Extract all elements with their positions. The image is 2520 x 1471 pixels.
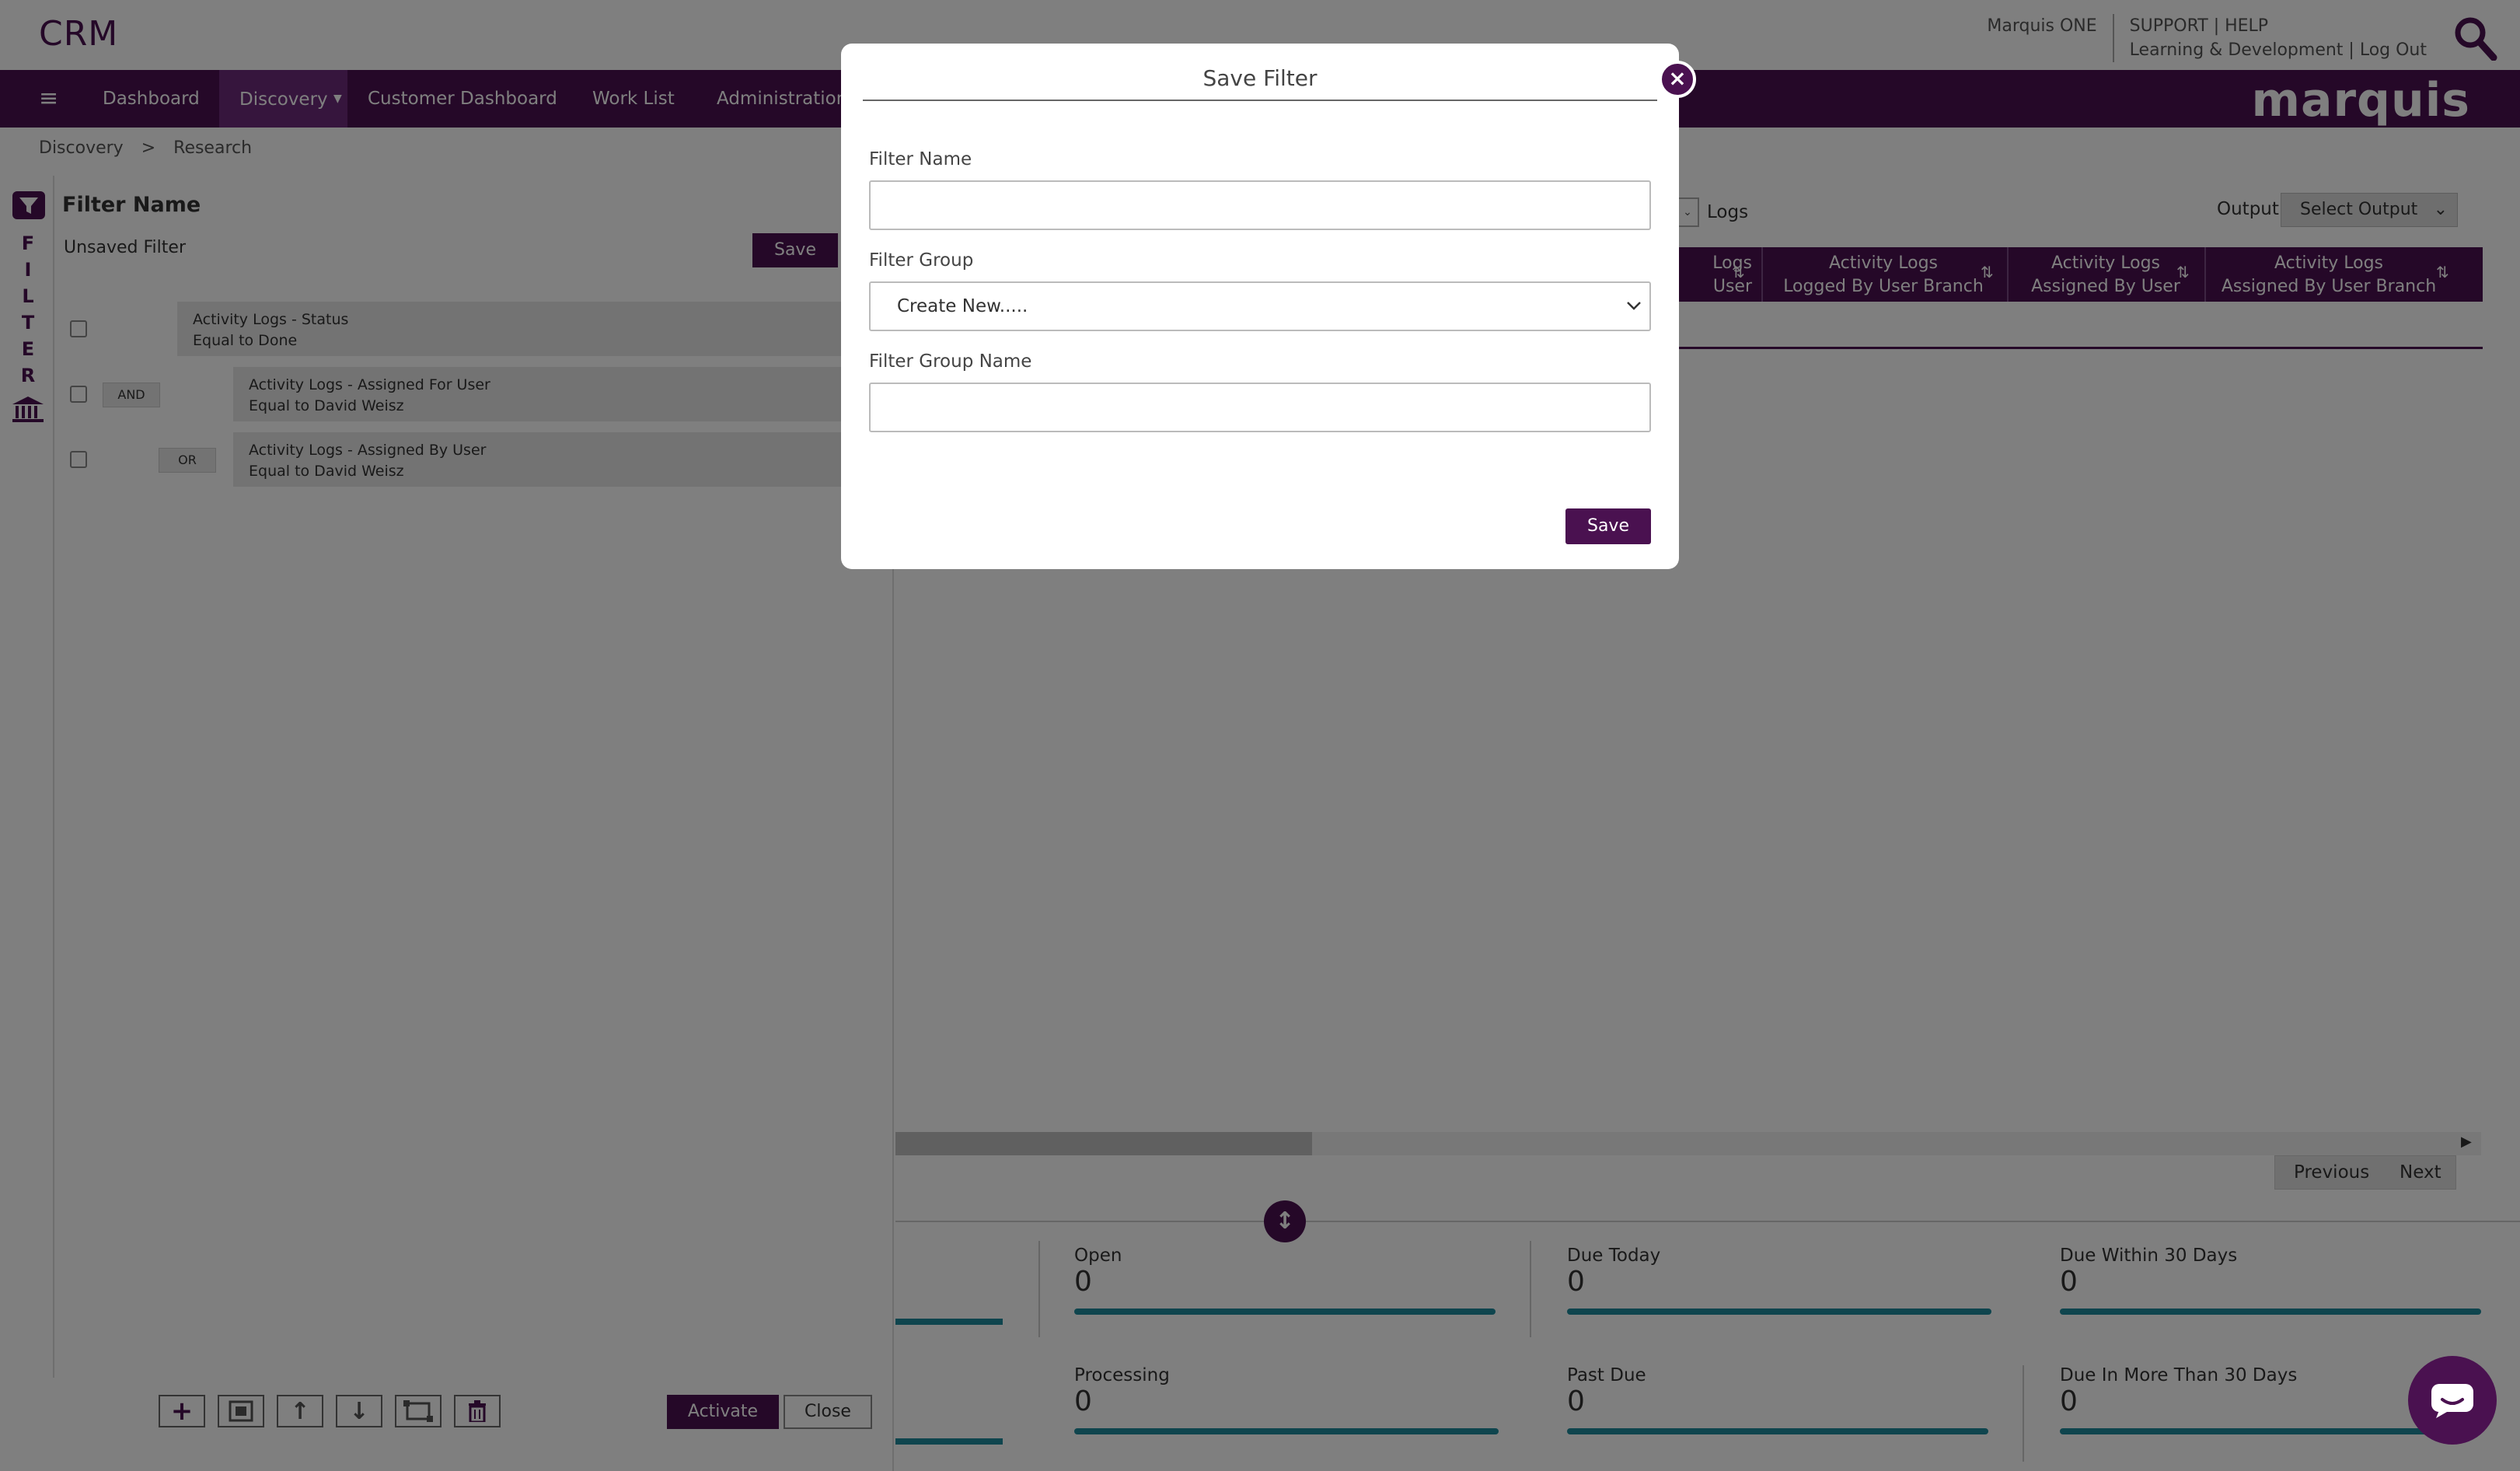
save-filter-button[interactable]: Save [1565, 508, 1651, 544]
filter-group-name-input[interactable] [869, 383, 1651, 432]
dialog-title: Save Filter [1202, 65, 1318, 91]
filter-group-name-label: Filter Group Name [869, 351, 1032, 372]
dialog-title-rule [863, 100, 1657, 101]
chat-icon [2431, 1384, 2473, 1418]
filter-group-label: Filter Group [869, 250, 974, 271]
filter-group-selected: Create New..... [897, 296, 1028, 316]
save-filter-dialog: Save Filter Filter Name Filter Group Cre… [841, 44, 1679, 569]
close-dialog-icon[interactable]: × [1659, 61, 1696, 98]
chat-widget[interactable] [2408, 1356, 2497, 1445]
filter-name-label: Filter Name [869, 149, 972, 169]
filter-group-select[interactable]: Create New..... [869, 281, 1651, 331]
filter-name-input[interactable] [869, 180, 1651, 230]
chevron-down-icon [1627, 302, 1641, 310]
